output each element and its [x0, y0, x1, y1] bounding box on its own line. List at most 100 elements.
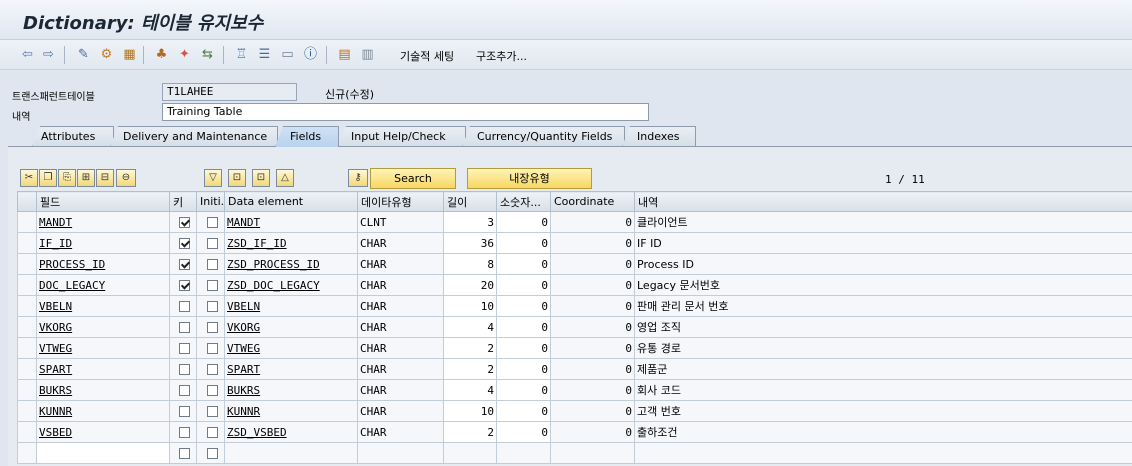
data-element-cell[interactable]: VBELN: [224, 295, 358, 317]
decimals-cell[interactable]: 0: [496, 316, 551, 338]
paste-icon[interactable]: ⎘: [58, 169, 76, 187]
row-selector[interactable]: [17, 211, 37, 233]
key-checkbox[interactable]: [179, 259, 190, 270]
data-element-link[interactable]: ZSD_DOC_LEGACY: [227, 279, 320, 292]
row-selector[interactable]: [17, 295, 37, 317]
field-name[interactable]: VSBED: [39, 426, 72, 439]
technical-settings-button[interactable]: 기술적 세팅: [400, 48, 454, 64]
data-element-cell[interactable]: SPART: [224, 358, 358, 380]
field-name-cell[interactable]: VTWEG: [36, 337, 170, 359]
field-name-cell[interactable]: IF_ID: [36, 232, 170, 254]
key-cell[interactable]: [169, 295, 197, 317]
description-input[interactable]: Training Table: [162, 103, 649, 121]
initial-cell[interactable]: [196, 211, 225, 233]
magic-wand-icon[interactable]: ✦: [176, 46, 193, 63]
chevron-up-icon[interactable]: △: [276, 169, 294, 187]
data-type-cell[interactable]: CHAR: [357, 400, 444, 422]
chevron-down-icon[interactable]: ▽: [204, 169, 222, 187]
key-cell[interactable]: [169, 232, 197, 254]
length-cell[interactable]: [443, 442, 497, 464]
data-type-cell[interactable]: [357, 442, 444, 464]
col-length[interactable]: 길이: [443, 191, 497, 212]
initial-cell[interactable]: [196, 232, 225, 254]
col-initial[interactable]: Initi...: [196, 191, 225, 212]
initial-cell[interactable]: [196, 274, 225, 296]
data-element-link[interactable]: SPART: [227, 363, 260, 376]
key-checkbox[interactable]: [179, 364, 190, 375]
data-element-cell[interactable]: VKORG: [224, 316, 358, 338]
info-icon[interactable]: ⓘ: [302, 46, 319, 63]
row-selector[interactable]: [17, 400, 37, 422]
decimals-cell[interactable]: [496, 442, 551, 464]
key-checkbox[interactable]: [179, 385, 190, 396]
data-type-cell[interactable]: CHAR: [357, 316, 444, 338]
col-key[interactable]: 키: [169, 191, 197, 212]
key-checkbox[interactable]: [179, 217, 190, 228]
row-selector[interactable]: [17, 442, 37, 464]
length-cell[interactable]: 2: [443, 337, 497, 359]
key-checkbox[interactable]: [179, 427, 190, 438]
field-name-cell[interactable]: SPART: [36, 358, 170, 380]
key-checkbox[interactable]: [179, 448, 190, 459]
col-decimals[interactable]: 소숫자...: [496, 191, 551, 212]
data-element-cell[interactable]: MANDT: [224, 211, 358, 233]
decimals-cell[interactable]: 0: [496, 358, 551, 380]
initial-cell[interactable]: [196, 253, 225, 275]
col-description[interactable]: 내역: [634, 191, 1132, 212]
initial-cell[interactable]: [196, 442, 225, 464]
key-cell[interactable]: [169, 274, 197, 296]
key-icon[interactable]: ⚷: [348, 169, 368, 187]
tab-currency-quantity[interactable]: Currency/Quantity Fields: [462, 126, 625, 147]
data-element-link[interactable]: BUKRS: [227, 384, 260, 397]
tab-input-help-check[interactable]: Input Help/Check: [338, 126, 466, 147]
data-element-link[interactable]: MANDT: [227, 216, 260, 229]
initial-cell[interactable]: [196, 379, 225, 401]
data-element-cell[interactable]: KUNNR: [224, 400, 358, 422]
initial-checkbox[interactable]: [206, 427, 218, 438]
delete-row-icon[interactable]: ⊟: [96, 169, 114, 187]
bottom-icon[interactable]: ⊡: [228, 169, 246, 187]
decimals-cell[interactable]: 0: [496, 253, 551, 275]
tab-fields[interactable]: Fields: [275, 126, 339, 147]
field-name[interactable]: IF_ID: [39, 237, 72, 250]
key-checkbox[interactable]: [179, 301, 190, 312]
col-field[interactable]: 필드: [36, 191, 170, 212]
hierarchy-icon[interactable]: ♖: [233, 46, 250, 63]
initial-cell[interactable]: [196, 316, 225, 338]
data-element-link[interactable]: VKORG: [227, 321, 260, 334]
decimals-cell[interactable]: 0: [496, 232, 551, 254]
initial-checkbox[interactable]: [206, 217, 218, 228]
key-checkbox[interactable]: [179, 322, 190, 333]
data-type-cell[interactable]: CHAR: [357, 295, 444, 317]
key-cell[interactable]: [169, 316, 197, 338]
field-name-cell[interactable]: MANDT: [36, 211, 170, 233]
key-cell[interactable]: [169, 379, 197, 401]
data-type-cell[interactable]: CHAR: [357, 337, 444, 359]
row-selector[interactable]: [17, 316, 37, 338]
initial-checkbox[interactable]: [206, 448, 218, 459]
row-selector[interactable]: [17, 379, 37, 401]
data-type-cell[interactable]: CHAR: [357, 253, 444, 275]
key-cell[interactable]: [169, 421, 197, 443]
other-object-icon[interactable]: ⚙: [98, 46, 115, 63]
key-checkbox[interactable]: [179, 406, 190, 417]
key-cell[interactable]: [169, 211, 197, 233]
tab-attributes[interactable]: Attributes: [32, 126, 114, 147]
field-name-cell[interactable]: VBELN: [36, 295, 170, 317]
initial-checkbox[interactable]: [206, 259, 218, 270]
initial-cell[interactable]: [196, 337, 225, 359]
col-data-type[interactable]: 데이타유형: [357, 191, 444, 212]
data-element-cell[interactable]: ZSD_IF_ID: [224, 232, 358, 254]
initial-checkbox[interactable]: [206, 301, 218, 312]
copy-icon[interactable]: ❐: [39, 169, 57, 187]
data-element-cell[interactable]: ZSD_VSBED: [224, 421, 358, 443]
length-cell[interactable]: 20: [443, 274, 497, 296]
key-checkbox[interactable]: [179, 280, 190, 291]
field-name[interactable]: BUKRS: [39, 384, 72, 397]
key-checkbox[interactable]: [179, 238, 190, 249]
navigation-window-icon[interactable]: ▭: [279, 46, 296, 63]
display-change-icon[interactable]: ✎: [75, 46, 92, 63]
top-icon[interactable]: ⊡: [252, 169, 270, 187]
length-cell[interactable]: 10: [443, 400, 497, 422]
row-selector[interactable]: [17, 253, 37, 275]
